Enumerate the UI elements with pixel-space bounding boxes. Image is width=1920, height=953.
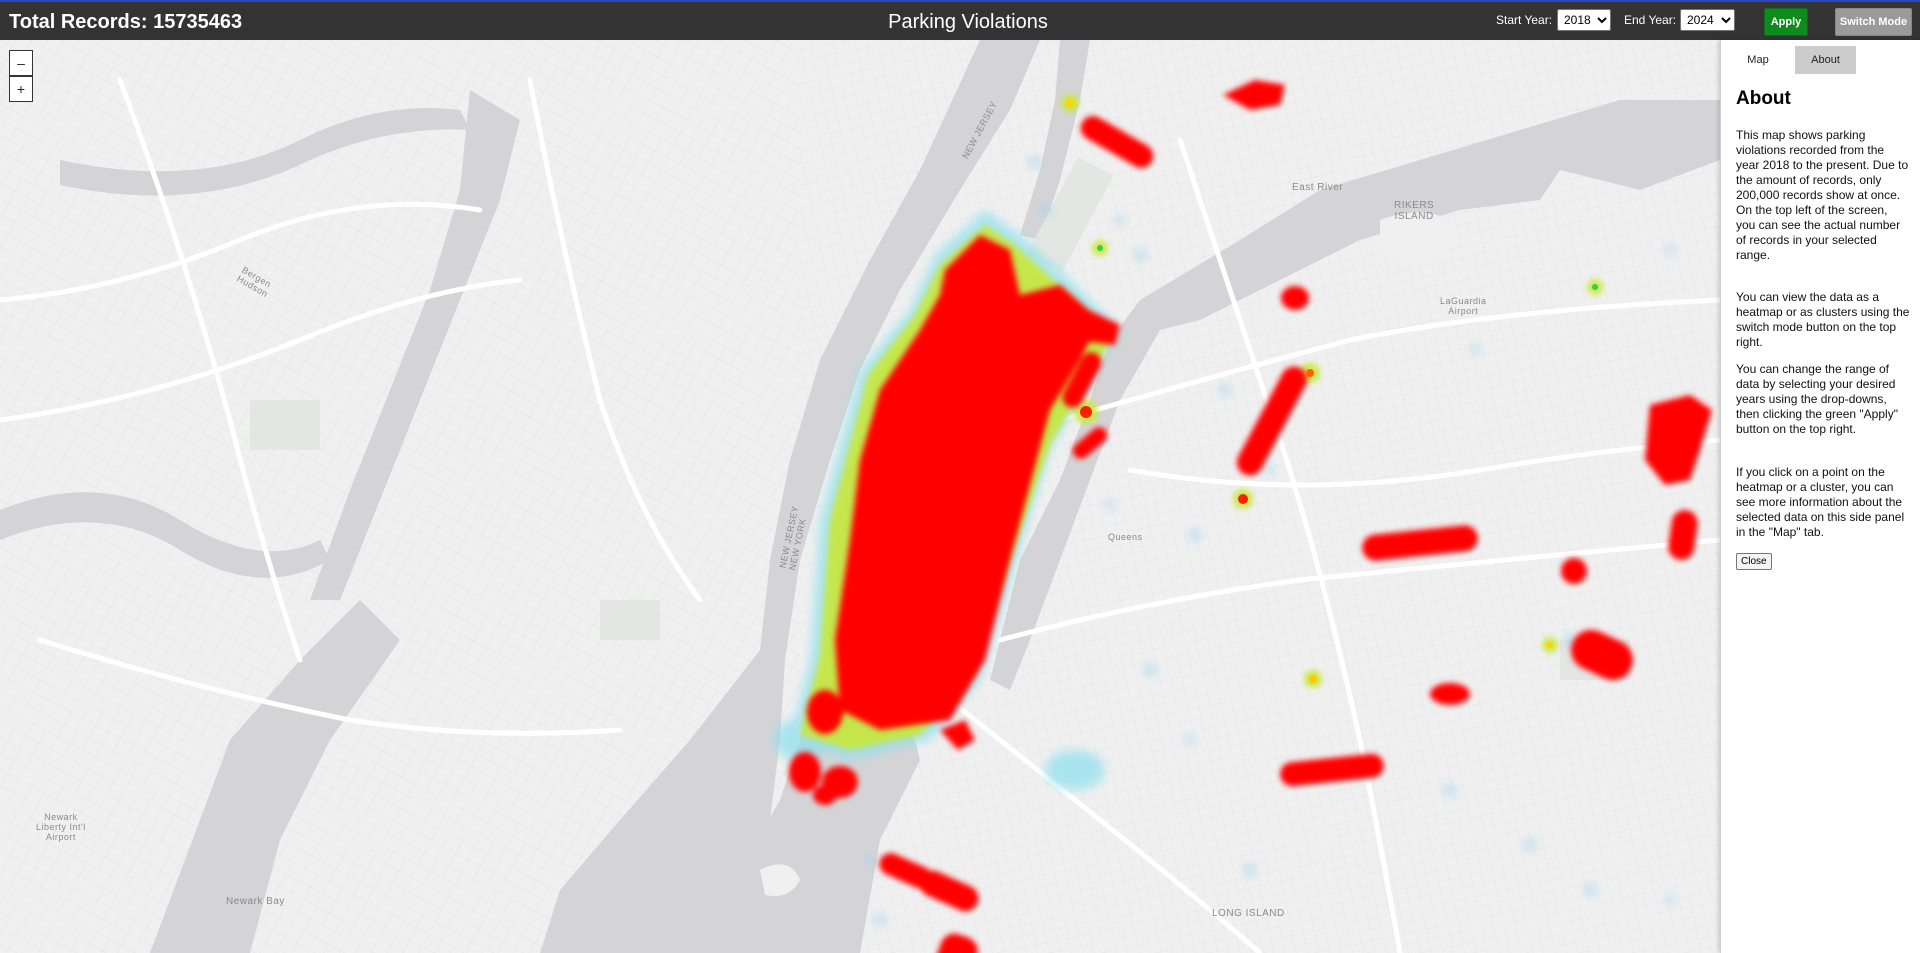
map-label-east-river: East River [1292,182,1344,193]
apply-button[interactable]: Apply [1764,8,1808,36]
close-button[interactable]: Close [1736,553,1772,570]
tab-map[interactable]: Map [1721,46,1795,74]
map-label-rikers-island: RIKERS ISLAND [1394,200,1435,222]
start-year-select[interactable]: 2018 [1557,9,1611,31]
start-year-label: Start Year: [1496,13,1553,27]
map-label-long-island: LONG ISLAND [1212,908,1285,919]
end-year-label: End Year: [1624,13,1677,27]
map-canvas[interactable] [0,40,1720,953]
map-label-newark-airport: Newark Liberty Int'l Airport [36,812,86,842]
side-panel: Map About About This map shows parking v… [1720,40,1920,953]
about-heading: About [1736,88,1791,109]
about-paragraph-2: You can view the data as a heatmap or as… [1736,290,1910,349]
map-label-laguardia: LaGuardia Airport [1440,296,1487,316]
about-paragraph-1: This map shows parking violations record… [1736,128,1909,262]
zoom-in-button[interactable]: + [9,76,33,102]
top-bar: Total Records: 15735463 Parking Violatio… [0,0,1920,40]
about-paragraph-4: If you click on a point on the heatmap o… [1736,465,1905,539]
zoom-out-button[interactable]: – [9,50,33,76]
heatmap-map[interactable]: – + East River RIKERS ISLAND LaGuardia A… [0,40,1720,953]
switch-mode-button[interactable]: Switch Mode [1835,8,1912,36]
map-label-queens: Queens [1108,532,1143,542]
about-paragraph-3: You can change the range of data by sele… [1736,362,1898,436]
tab-about[interactable]: About [1795,46,1856,74]
map-label-newark-bay: Newark Bay [226,896,285,907]
end-year-select[interactable]: 2024 [1680,9,1735,31]
